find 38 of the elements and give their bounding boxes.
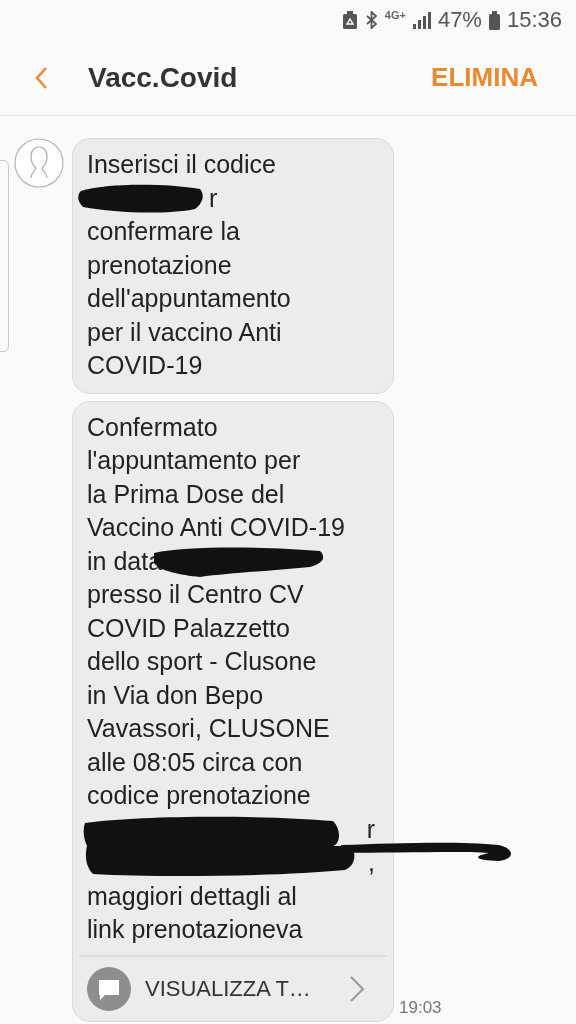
message-text: per il vaccino Anti (87, 316, 282, 348)
message-text: presso il Centro CV (87, 579, 304, 610)
signal-icon (412, 11, 431, 29)
message-icon (87, 966, 131, 1011)
message-text: , (368, 847, 375, 878)
message-text: confermare la (87, 216, 240, 247)
message-text: Vavassori, CLUSONE (87, 713, 330, 744)
clock: 15:36 (506, 7, 562, 33)
bluetooth-icon (364, 11, 378, 29)
link-label: VISUALIZZA T… (145, 975, 312, 1002)
back-button[interactable] (34, 65, 48, 90)
view-link-button[interactable]: VISUALIZZA T… (79, 954, 387, 1011)
message-bubble[interactable]: Inserisci il codice r confermare la prenotazione dell'appuntamento per il vaccino Anti COVID-19 (72, 138, 394, 394)
message-text: codice prenotazione (87, 780, 311, 811)
battery-percent: 47% (437, 7, 482, 33)
message-text: maggiori dettagli al (87, 880, 297, 912)
message-text: prenotazione (87, 249, 232, 281)
message-text: COVID-19 (87, 350, 203, 381)
message-text: dell'appuntamento (87, 283, 291, 314)
message-text: Confermato (87, 411, 218, 443)
message-text: r (366, 813, 375, 845)
message-text: r (209, 182, 218, 214)
battery-icon (488, 10, 500, 30)
network-type: 4G+ (384, 9, 406, 21)
message-text: l'appuntamento per (87, 445, 301, 476)
message-text: link prenotazioneva (87, 914, 303, 945)
message-time: 19:03 (399, 997, 442, 1018)
message-text: COVID Palazzetto (87, 612, 290, 644)
message-text: la Prima Dose del (87, 478, 285, 510)
chevron-right-icon (349, 974, 365, 1003)
message-text: in Via don Bepo (87, 679, 264, 711)
message-bubble[interactable] (72, 400, 394, 1022)
message-text: Vaccino Anti COVID-19 (87, 512, 345, 543)
conversation-title: Vacc.Covid (88, 61, 239, 94)
message-text: dello sport - Clusone (87, 646, 317, 677)
message-text: alle 08:05 circa con (87, 746, 303, 778)
message-text: Inserisci il codice (87, 149, 276, 180)
battery-saver-icon (341, 11, 358, 29)
